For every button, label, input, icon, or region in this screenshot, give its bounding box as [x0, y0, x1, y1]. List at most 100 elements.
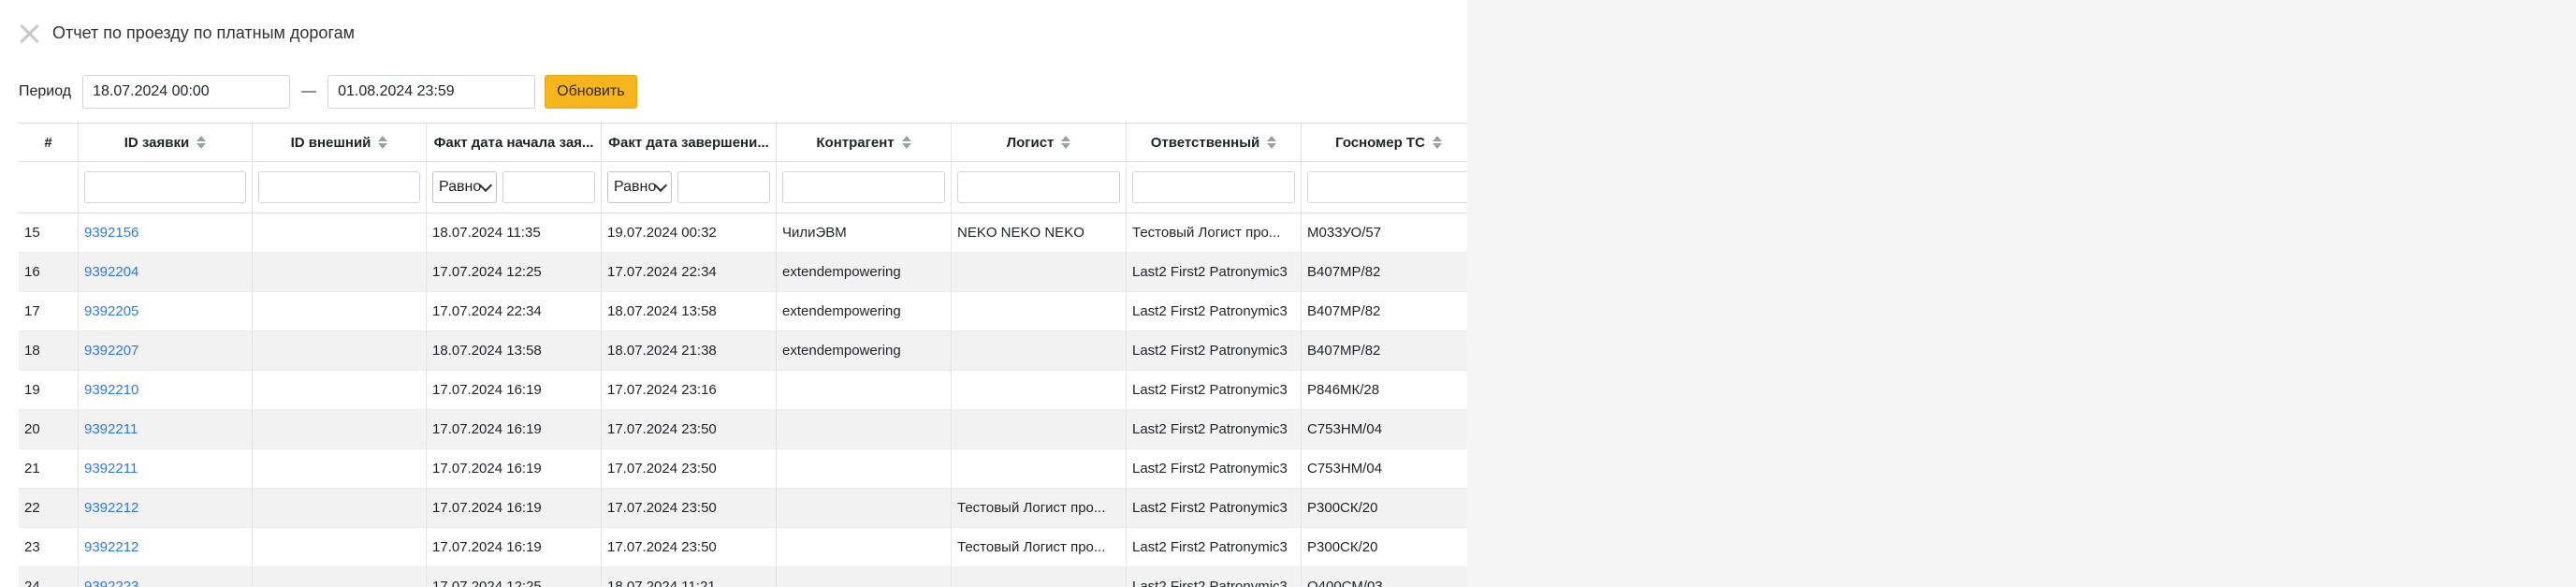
filter-input[interactable] — [677, 171, 770, 203]
column-header[interactable]: ID внешний — [253, 124, 427, 161]
cell-value: 17.07.2024 16:19 — [432, 539, 542, 555]
table-row[interactable]: 17 9392205 17.07.2024 22:34 18.07.2024 13:5… — [19, 292, 1467, 331]
request-id-link[interactable]: 9392212 — [84, 539, 138, 555]
request-id-link[interactable]: 9392212 — [84, 500, 138, 516]
column-header-label: Логист — [1006, 134, 1055, 151]
table-cell: 19 — [19, 371, 79, 409]
sort-icon[interactable] — [901, 136, 911, 149]
table-row[interactable]: 23 9392212 17.07.2024 16:19 17.07.2024 23:5… — [19, 528, 1467, 567]
table-cell: Р846МК/28 — [1302, 371, 1467, 409]
table-cell — [777, 371, 952, 409]
column-header: # — [19, 124, 79, 161]
request-id-link[interactable]: 9392211 — [84, 421, 138, 437]
column-header[interactable]: Госномер ТС — [1302, 124, 1467, 161]
filter-operator-value: Равно — [439, 179, 482, 195]
column-header-label: Госномер ТС — [1335, 134, 1425, 151]
filter-input[interactable] — [84, 171, 246, 203]
chevron-down-icon — [479, 178, 493, 193]
cell-value: Тестовый Логист про... — [1132, 225, 1281, 241]
table-cell: 21 — [19, 449, 79, 488]
request-id-link[interactable]: 9392156 — [84, 225, 138, 241]
table-cell: 9392156 — [79, 213, 253, 252]
table-cell: 18 — [19, 331, 79, 370]
refresh-button[interactable]: Обновить — [545, 75, 637, 109]
cell-value: 21 — [24, 461, 40, 477]
cell-value: Last2 First2 Patronymic3 — [1132, 579, 1288, 587]
column-filter — [1302, 162, 1467, 213]
sort-icon[interactable] — [196, 136, 207, 149]
table-row[interactable]: 22 9392212 17.07.2024 16:19 17.07.2024 23:5… — [19, 489, 1467, 528]
column-filter — [253, 162, 427, 213]
sort-icon[interactable] — [378, 136, 388, 149]
filter-operator-select[interactable]: Равно — [607, 171, 673, 203]
cell-value: Last2 First2 Patronymic3 — [1132, 539, 1288, 555]
table-cell: 17.07.2024 22:34 — [602, 253, 777, 291]
table-cell — [253, 567, 427, 587]
cell-value: Р300СК/20 — [1307, 539, 1378, 555]
table-cell: 17.07.2024 22:34 — [427, 292, 602, 330]
table-row[interactable]: 20 9392211 17.07.2024 16:19 17.07.2024 23:5… — [19, 410, 1467, 449]
table-cell: 24 — [19, 567, 79, 587]
date-from-input[interactable] — [82, 75, 291, 109]
table-row[interactable]: 21 9392211 17.07.2024 16:19 17.07.2024 23:5… — [19, 449, 1467, 489]
table-row[interactable]: 19 9392210 17.07.2024 16:19 17.07.2024 23:1… — [19, 371, 1467, 410]
table-cell — [777, 410, 952, 448]
cell-value: О400СМ/03 — [1307, 579, 1383, 587]
cell-value: Р300СК/20 — [1307, 500, 1378, 516]
sort-icon[interactable] — [1267, 136, 1277, 149]
sort-icon[interactable] — [1432, 136, 1442, 149]
request-id-link[interactable]: 9392207 — [84, 343, 138, 359]
table-cell: extendempowering — [777, 331, 952, 370]
table-body: 15 9392156 18.07.2024 11:35 19.07.2024 00:3… — [19, 213, 1467, 587]
request-id-link[interactable]: 9392204 — [84, 264, 138, 280]
filter-input[interactable] — [957, 171, 1120, 203]
table-row[interactable]: 16 9392204 17.07.2024 12:25 17.07.2024 22:3… — [19, 253, 1467, 292]
table-row[interactable]: 18 9392207 18.07.2024 13:58 18.07.2024 21:3… — [19, 331, 1467, 371]
table-cell: ЧилиЭВМ — [777, 213, 952, 252]
table-cell — [253, 213, 427, 252]
cell-value: Last2 First2 Patronymic3 — [1132, 343, 1288, 359]
close-icon[interactable] — [19, 22, 39, 43]
table-cell: 19.07.2024 00:32 — [602, 213, 777, 252]
table-cell — [952, 253, 1127, 291]
table-cell: 17.07.2024 12:25 — [427, 253, 602, 291]
cell-value: 17.07.2024 23:50 — [607, 539, 717, 555]
cell-value: 18 — [24, 343, 40, 359]
filter-input[interactable] — [1307, 171, 1467, 203]
column-header[interactable]: Ответственный — [1127, 124, 1302, 161]
table-cell: 23 — [19, 528, 79, 566]
table-row[interactable]: 24 9392223 17.07.2024 12:25 18.07.2024 11:2… — [19, 567, 1467, 587]
request-id-link[interactable]: 9392223 — [84, 579, 138, 587]
table-row[interactable]: 15 9392156 18.07.2024 11:35 19.07.2024 00:3… — [19, 213, 1467, 253]
sort-icon[interactable] — [1061, 136, 1071, 149]
table-cell: 17.07.2024 23:50 — [602, 449, 777, 488]
page-title: Отчет по проезду по платным дорогам — [52, 22, 355, 42]
filter-input[interactable] — [782, 171, 945, 203]
request-id-link[interactable]: 9392205 — [84, 303, 138, 319]
table-cell: В407МР/82 — [1302, 253, 1467, 291]
filter-operator-select[interactable]: Равно — [432, 171, 498, 203]
request-id-link[interactable]: 9392211 — [84, 461, 138, 477]
filter-input[interactable] — [1132, 171, 1295, 203]
filter-input[interactable] — [502, 171, 595, 203]
period-separator: — — [301, 83, 317, 99]
column-header[interactable]: Контрагент — [777, 124, 952, 161]
filter-input[interactable] — [258, 171, 420, 203]
column-header[interactable]: ID заявки — [79, 124, 253, 161]
table-cell — [253, 253, 427, 291]
cell-value: Last2 First2 Patronymic3 — [1132, 264, 1288, 280]
table-cell: 17.07.2024 23:50 — [602, 410, 777, 448]
table-cell: Р300СК/20 — [1302, 489, 1467, 527]
column-header: Факт дата завершени... — [602, 124, 777, 161]
cell-value: 17.07.2024 23:50 — [607, 421, 717, 437]
cell-value: 23 — [24, 539, 40, 555]
table-cell: 17.07.2024 16:19 — [427, 528, 602, 566]
request-id-link[interactable]: 9392210 — [84, 382, 138, 398]
table-cell: Тестовый Логист про... — [1127, 213, 1302, 252]
cell-value: extendempowering — [782, 343, 901, 359]
table-header-row: # ID заявки ID внешний Факт дата начала зая… — [19, 124, 1467, 162]
date-to-input[interactable] — [327, 75, 536, 109]
table-cell: 22 — [19, 489, 79, 527]
column-header[interactable]: Логист — [952, 124, 1127, 161]
cell-value: Тестовый Логист про... — [957, 539, 1106, 555]
